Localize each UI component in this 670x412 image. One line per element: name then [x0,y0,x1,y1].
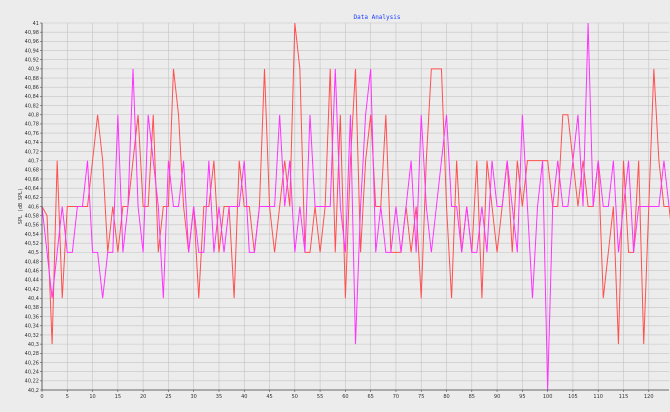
x-tick-label: 5 [66,394,69,400]
chart-title: Data Analysis [354,14,401,21]
x-tick-label: 105 [568,394,578,400]
x-tick-label: 75 [418,394,424,400]
x-tick-label: 115 [619,394,629,400]
y-tick-label: 40,7 [28,158,39,164]
x-tick-label: 85 [469,394,475,400]
y-tick-label: 40,24 [25,369,39,375]
y-tick-label: 40,88 [25,76,39,82]
y-tick-label: 40,3 [28,342,39,348]
y-tick-label: 40,66 [25,177,39,183]
line-chart: 41 40,98 40,96 40,94 40,92 40,9 40,88 40,86 40,8… [18,14,670,400]
y-tick-label: 40,9 [28,67,39,73]
y-tick-label: 40,62 [25,195,39,201]
x-tick-label: 40 [241,394,247,400]
x-tick-label: 55 [317,394,323,400]
y-tick-label: 40,48 [25,259,39,265]
y-tick-label: 40,6 [28,204,39,210]
x-tick-label: 0 [40,394,43,400]
x-tick-label: 25 [165,394,171,400]
y-tick-label: 40,82 [25,103,39,109]
y-tick-label: 40,4 [28,296,39,302]
y-tick-label: 40,44 [25,278,39,284]
y-tick-label: 40,64 [25,186,39,192]
y-tick-labels: 41 40,98 40,96 40,94 40,92 40,9 40,88 40,86 40,8… [25,21,39,394]
y-tick-label: 40,2 [28,388,39,394]
x-tick-label: 95 [519,394,525,400]
y-tick-label: 40,56 [25,223,39,229]
y-tick-label: 40,32 [25,333,39,339]
x-tick-label: 65 [367,394,373,400]
y-axis-label: SPL (dB SPL) [18,188,24,224]
x-tick-label: 20 [140,394,146,400]
y-tick-label: 40,92 [25,58,39,64]
x-tick-label: 50 [292,394,298,400]
chart-container: 41 40,98 40,96 40,94 40,92 40,9 40,88 40,86 40,8… [0,0,670,412]
y-tick-label: 40,8 [28,113,39,119]
x-tick-label: 90 [494,394,500,400]
x-tick-label: 15 [115,394,121,400]
y-tick-label: 40,76 [25,131,39,137]
y-tick-label: 40,58 [25,213,39,219]
x-tick-label: 60 [342,394,348,400]
y-tick-label: 40,98 [25,30,39,36]
x-tick-label: 35 [216,394,222,400]
x-tick-label: 45 [266,394,272,400]
y-tick-label: 40,68 [25,168,39,174]
x-tick-label: 110 [593,394,603,400]
y-tick-label: 40,96 [25,39,39,45]
x-tick-label: 80 [443,394,449,400]
x-tick-label: 120 [644,394,654,400]
x-tick-label: 30 [191,394,197,400]
y-tick-label: 40,34 [25,324,39,330]
y-tick-label: 40,74 [25,140,39,146]
x-tick-labels: 0 5 10 15 20 25 30 35 40 45 50 55 60 65 70 75 80 85 90 95 10… [40,394,653,400]
y-tick-label: 40,22 [25,379,39,385]
y-tick-label: 40,54 [25,232,39,238]
y-tick-label: 41 [33,21,39,27]
y-tick-label: 40,52 [25,241,39,247]
y-tick-label: 40,72 [25,149,39,155]
y-tick-label: 40,38 [25,305,39,311]
y-tick-label: 40,46 [25,269,39,275]
y-tick-label: 40,94 [25,48,39,54]
y-tick-label: 40,36 [25,314,39,320]
y-tick-label: 40,78 [25,122,39,128]
y-tick-label: 40,28 [25,351,39,357]
y-tick-label: 40,84 [25,94,39,100]
y-tick-label: 40,86 [25,85,39,91]
x-tick-label: 10 [89,394,95,400]
y-tick-label: 40,5 [28,250,39,256]
x-tick-label: 100 [543,394,553,400]
x-tick-label: 70 [393,394,399,400]
y-tick-label: 40,26 [25,360,39,366]
y-tick-label: 40,42 [25,287,39,293]
